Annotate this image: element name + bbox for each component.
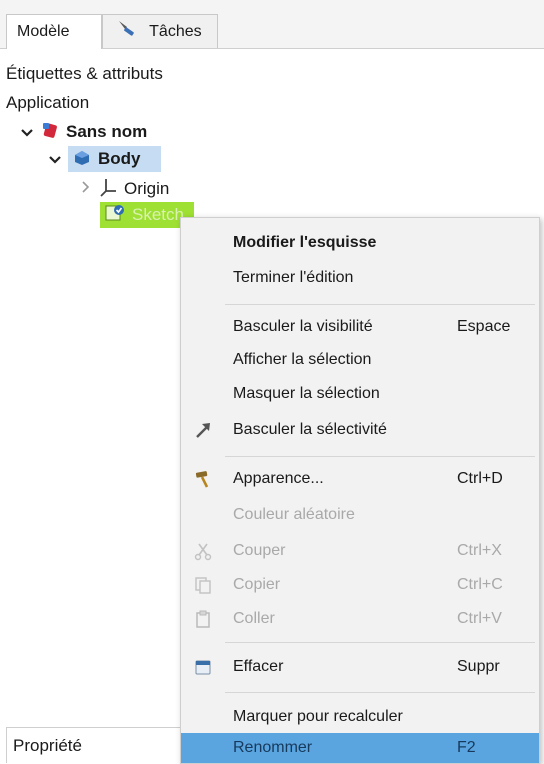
body-selection: Body	[68, 146, 161, 172]
tree-item-body[interactable]: Body	[48, 146, 161, 172]
menu-item-shortcut: Espace	[457, 318, 511, 335]
context-menu: Modifier l'esquisse Terminer l'édition B…	[180, 217, 540, 764]
tab-tasks-label: Tâches	[149, 23, 202, 41]
menu-item-finish-edit[interactable]: Terminer l'édition	[181, 263, 539, 293]
menu-item-cut: Couper Ctrl+X	[181, 536, 539, 566]
menu-separator	[225, 304, 535, 305]
tasks-icon	[117, 15, 139, 49]
tab-bar: Modèle Tâches	[0, 0, 544, 49]
menu-item-paste: Coller Ctrl+V	[181, 604, 539, 634]
menu-item-label: Coller	[233, 610, 275, 627]
menu-separator	[225, 692, 535, 693]
tab-model[interactable]: Modèle	[6, 14, 102, 49]
menu-separator	[225, 642, 535, 643]
body-label: Body	[98, 149, 141, 168]
document-label: Sans nom	[66, 122, 148, 141]
menu-item-label: Terminer l'édition	[233, 269, 354, 286]
menu-item-label: Marquer pour recalculer	[233, 708, 403, 725]
menu-item-label: Basculer la sélectivité	[233, 421, 387, 438]
menu-item-label: Renommer	[233, 739, 313, 756]
menu-item-shortcut: Ctrl+V	[457, 610, 502, 627]
chevron-right-icon[interactable]	[80, 179, 92, 199]
tab-tasks[interactable]: Tâches	[102, 14, 218, 48]
menu-item-shortcut: Ctrl+C	[457, 576, 503, 593]
menu-item-label: Couper	[233, 542, 286, 559]
origin-label: Origin	[124, 179, 170, 198]
menu-item-label: Masquer la sélection	[233, 385, 380, 402]
sketch-icon	[104, 203, 126, 228]
menu-item-copy: Copier Ctrl+C	[181, 570, 539, 600]
menu-item-edit-sketch[interactable]: Modifier l'esquisse	[181, 228, 539, 258]
copy-icon	[193, 575, 213, 595]
property-header-label: Propriété	[13, 736, 82, 755]
menu-item-label: Modifier l'esquisse	[233, 234, 377, 251]
tab-model-label: Modèle	[17, 23, 70, 40]
menu-item-hide-selection[interactable]: Masquer la sélection	[181, 379, 539, 409]
sketch-label: Sketch	[132, 205, 184, 224]
menu-separator	[225, 456, 535, 457]
menu-item-rename[interactable]: Renommer F2	[181, 733, 539, 763]
tree-item-origin[interactable]: Origin	[80, 176, 169, 202]
menu-item-shortcut: Ctrl+D	[457, 470, 503, 487]
menu-item-random-color: Couleur aléatoire	[181, 500, 539, 530]
menu-item-label: Afficher la sélection	[233, 351, 372, 368]
body-icon	[72, 147, 92, 172]
menu-item-toggle-selectivity[interactable]: Basculer la sélectivité	[181, 415, 539, 445]
section-title: Étiquettes & attributs	[6, 64, 163, 83]
menu-item-shortcut: Suppr	[457, 658, 500, 675]
menu-item-appearance[interactable]: Apparence... Ctrl+D	[181, 464, 539, 494]
origin-icon	[98, 177, 118, 202]
delete-icon	[193, 657, 213, 677]
scissors-icon	[193, 541, 213, 561]
document-icon	[40, 120, 60, 145]
menu-item-shortcut: F2	[457, 739, 476, 756]
menu-item-label: Couleur aléatoire	[233, 506, 355, 523]
property-header[interactable]: Propriété	[6, 727, 194, 763]
clipboard-icon	[193, 609, 213, 629]
menu-item-delete[interactable]: Effacer Suppr	[181, 652, 539, 682]
chevron-down-icon[interactable]	[48, 152, 62, 166]
menu-item-label: Basculer la visibilité	[233, 318, 373, 335]
chevron-down-icon[interactable]	[20, 125, 34, 139]
selectivity-arrow-icon	[193, 420, 213, 440]
menu-item-shortcut: Ctrl+X	[457, 542, 502, 559]
menu-item-show-selection[interactable]: Afficher la sélection	[181, 345, 539, 375]
menu-item-mark-recompute[interactable]: Marquer pour recalculer	[181, 702, 539, 732]
menu-item-toggle-visibility[interactable]: Basculer la visibilité Espace	[181, 312, 539, 342]
hammer-icon	[193, 469, 213, 489]
tree-item-document[interactable]: Sans nom	[20, 119, 147, 145]
menu-item-label: Copier	[233, 576, 281, 593]
application-label: Application	[6, 93, 90, 112]
menu-item-label: Effacer	[233, 658, 284, 675]
menu-item-label: Apparence...	[233, 470, 324, 487]
